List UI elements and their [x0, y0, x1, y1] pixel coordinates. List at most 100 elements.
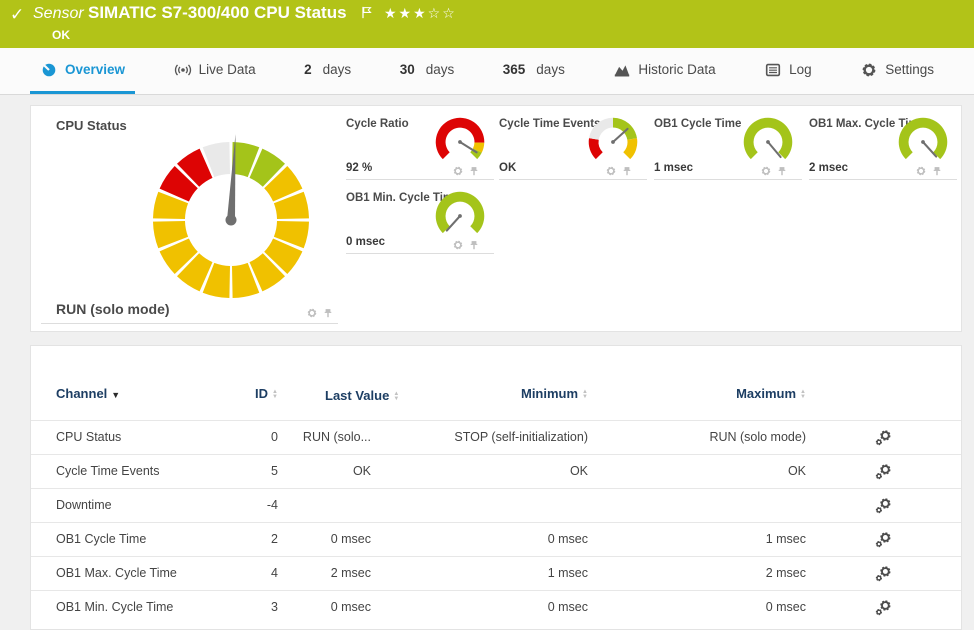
- column-header-maximum[interactable]: Maximum ▲▼: [588, 386, 806, 401]
- cell-id: 4: [246, 566, 278, 580]
- channel-settings-gears-icon[interactable]: [875, 463, 892, 480]
- mini-gauge-ob1-min-cycle-time: OB1 Min. Cycle Time 0 msec: [346, 186, 494, 254]
- mini-gauge-value: 92 %: [346, 162, 372, 174]
- channel-settings-gears-icon[interactable]: [875, 497, 892, 514]
- tab-label: days: [426, 62, 455, 77]
- tab-number: 365: [503, 62, 526, 77]
- priority-flag-icon: [360, 5, 375, 25]
- channel-settings-gears-icon[interactable]: [875, 565, 892, 582]
- pin-icon[interactable]: [776, 165, 788, 177]
- cycle-ratio-gauge: [432, 114, 488, 170]
- sort-toggle-icon: ▲▼: [800, 390, 806, 400]
- mini-gauge-value: 0 msec: [346, 236, 385, 248]
- mini-gauge-value: 2 msec: [809, 162, 848, 174]
- gear-icon[interactable]: [760, 165, 772, 177]
- mini-gauge-title: OB1 Cycle Time: [654, 118, 741, 130]
- tab-365-days[interactable]: 365 days: [493, 48, 575, 94]
- column-header-last-value[interactable]: Last Value▲▼: [278, 386, 371, 406]
- tab-label: Historic Data: [638, 62, 715, 77]
- tab-label: Log: [789, 62, 812, 77]
- log-icon: [764, 61, 782, 79]
- channel-table-panel: Channel▼ ID▲▼ Last Value▲▼ Minimum▲▼ Max…: [30, 345, 962, 630]
- column-header-minimum[interactable]: Minimum▲▼: [371, 386, 588, 401]
- cycle-time-events-gauge: [585, 114, 641, 170]
- mini-gauge-ob1-cycle-time: OB1 Cycle Time 1 msec: [654, 112, 802, 180]
- ob1-min-cycle-time-gauge: [432, 188, 488, 244]
- cell-last-value: 2 msec: [278, 566, 371, 580]
- cell-minimum: 0 msec: [371, 600, 588, 614]
- column-label: Maximum: [736, 386, 796, 401]
- priority-stars[interactable]: ★★★☆☆: [384, 5, 457, 22]
- tab-settings[interactable]: Settings: [850, 48, 944, 94]
- column-label: Channel: [56, 386, 107, 401]
- tab-label: days: [323, 62, 352, 77]
- tab-number: 30: [400, 62, 415, 77]
- cell-last-value: 0 msec: [278, 532, 371, 546]
- gear-icon[interactable]: [605, 165, 617, 177]
- cell-maximum: RUN (solo mode): [588, 430, 806, 444]
- tab-log[interactable]: Log: [754, 48, 822, 94]
- tab-number: 2: [304, 62, 312, 77]
- sort-desc-icon: ▼: [111, 390, 120, 400]
- cell-channel: OB1 Min. Cycle Time: [31, 600, 246, 614]
- gear-icon[interactable]: [452, 165, 464, 177]
- table-row: OB1 Min. Cycle Time 3 0 msec 0 msec 0 ms…: [31, 590, 961, 624]
- gear-icon[interactable]: [915, 165, 927, 177]
- area-chart-icon: [613, 61, 631, 79]
- ob1-max-cycle-time-gauge: [895, 114, 951, 170]
- ob1-cycle-time-gauge: [740, 114, 796, 170]
- channel-settings-gears-icon[interactable]: [875, 531, 892, 548]
- cell-last-value: 0 msec: [278, 600, 371, 614]
- cell-id: -4: [246, 498, 278, 512]
- main-gauge-value-row: RUN (solo mode): [41, 299, 338, 324]
- column-header-id[interactable]: ID▲▼: [246, 386, 278, 401]
- cell-minimum: OK: [371, 464, 588, 478]
- stars-empty: ☆☆: [428, 5, 457, 21]
- broadcast-icon: [174, 61, 192, 79]
- tab-bar: Overview Live Data 2 days 30 days 365 da…: [0, 48, 974, 95]
- gear-icon[interactable]: [452, 239, 464, 251]
- pin-icon[interactable]: [468, 165, 480, 177]
- cpu-status-gauge: [143, 130, 319, 306]
- tab-30-days[interactable]: 30 days: [390, 48, 465, 94]
- gauge-icon: [40, 61, 58, 79]
- tab-label: days: [536, 62, 565, 77]
- main-gauge-title: CPU Status: [56, 118, 127, 133]
- table-row: OB1 Cycle Time 2 0 msec 0 msec 1 msec: [31, 522, 961, 556]
- tab-overview[interactable]: Overview: [30, 48, 135, 94]
- sensor-title: SIMATIC S7-300/400 CPU Status: [88, 3, 347, 23]
- stars-filled: ★★★: [384, 5, 428, 21]
- mini-gauge-cycle-ratio: Cycle Ratio 92 %: [346, 112, 494, 180]
- tab-historic-data[interactable]: Historic Data: [603, 48, 725, 94]
- mini-gauge-title: Cycle Ratio: [346, 118, 409, 130]
- table-header-row: Channel▼ ID▲▼ Last Value▲▼ Minimum▲▼ Max…: [31, 346, 961, 420]
- cell-id: 3: [246, 600, 278, 614]
- cell-channel: Cycle Time Events: [31, 464, 246, 478]
- cell-id: 0: [246, 430, 278, 444]
- channel-settings-gears-icon[interactable]: [875, 599, 892, 616]
- gear-icon: [860, 61, 878, 79]
- channel-settings-gears-icon[interactable]: [875, 429, 892, 446]
- cell-maximum: 2 msec: [588, 566, 806, 580]
- tab-label: Overview: [65, 62, 125, 77]
- column-label: ID: [255, 386, 268, 401]
- cell-minimum: STOP (self-initialization): [371, 430, 588, 444]
- cell-minimum: 0 msec: [371, 532, 588, 546]
- cell-channel: OB1 Cycle Time: [31, 532, 246, 546]
- column-header-channel[interactable]: Channel ▼: [31, 386, 246, 401]
- tab-2-days[interactable]: 2 days: [294, 48, 361, 94]
- tab-live-data[interactable]: Live Data: [164, 48, 266, 94]
- pin-icon[interactable]: [468, 239, 480, 251]
- tab-label: Live Data: [199, 62, 256, 77]
- pin-icon[interactable]: [322, 307, 334, 319]
- mini-gauge-value: OK: [499, 162, 516, 174]
- status-ok-check-icon: ✓: [10, 5, 24, 25]
- pin-icon[interactable]: [931, 165, 943, 177]
- pin-icon[interactable]: [621, 165, 633, 177]
- mini-gauge-value: 1 msec: [654, 162, 693, 174]
- gauges-panel: CPU Status RUN (solo mode) Cycle Ratio 9…: [30, 105, 962, 332]
- channel-table-body: CPU Status 0 RUN (solo... STOP (self-ini…: [31, 420, 961, 624]
- tab-label: Settings: [885, 62, 934, 77]
- gear-icon[interactable]: [306, 307, 318, 319]
- cell-minimum: 1 msec: [371, 566, 588, 580]
